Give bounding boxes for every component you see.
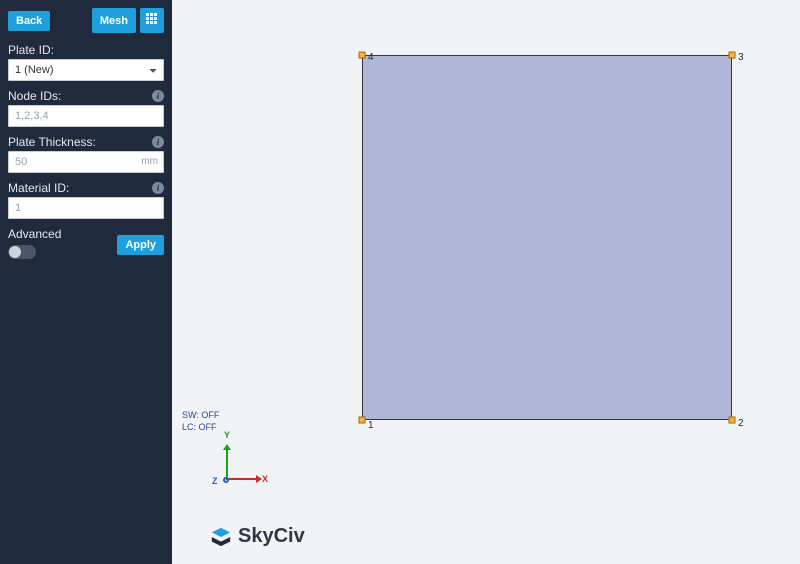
node-1[interactable] [359, 417, 366, 424]
status-block: SW: OFF LC: OFF [182, 409, 219, 434]
apply-button[interactable]: Apply [117, 235, 164, 255]
node-3-label: 3 [738, 52, 744, 63]
plate-id-field: Plate ID: 1 (New) [8, 43, 164, 81]
plate-element[interactable] [362, 55, 732, 420]
sidebar: Back Mesh Plate ID: 1 (New) Node IDs: i [0, 0, 172, 564]
info-icon[interactable]: i [152, 182, 164, 194]
status-sw: SW: OFF [182, 409, 219, 422]
sidebar-top-right: Mesh [92, 8, 164, 33]
material-label: Material ID: [8, 181, 69, 195]
info-icon[interactable]: i [152, 136, 164, 148]
plate-id-label: Plate ID: [8, 43, 54, 57]
back-button[interactable]: Back [8, 11, 50, 31]
node-ids-field: Node IDs: i [8, 89, 164, 127]
material-input[interactable] [8, 197, 164, 219]
brand-logo: SkyCiv [210, 525, 305, 548]
node-3[interactable] [729, 52, 736, 59]
axis-z [223, 477, 229, 483]
node-1-label: 1 [368, 420, 374, 431]
advanced-label: Advanced [8, 227, 61, 241]
axis-y [226, 450, 228, 480]
grid-icon [145, 12, 159, 26]
axis-x [226, 478, 256, 480]
node-2-label: 2 [738, 418, 744, 429]
brand-logo-icon [210, 526, 232, 548]
grid-view-button[interactable] [140, 8, 164, 33]
plate-id-select[interactable]: 1 (New) [8, 59, 164, 81]
brand-name: SkyCiv [238, 525, 305, 548]
axis-y-label: Y [224, 430, 230, 440]
sidebar-bottom-row: Advanced Apply [8, 227, 164, 262]
thickness-label: Plate Thickness: [8, 135, 96, 149]
node-4[interactable] [359, 52, 366, 59]
node-ids-input[interactable] [8, 105, 164, 127]
sidebar-top-row: Back Mesh [8, 8, 164, 33]
info-icon[interactable]: i [152, 90, 164, 102]
advanced-toggle[interactable] [8, 245, 36, 259]
axis-z-label: Z [212, 476, 218, 486]
canvas-viewport[interactable]: 1 2 3 4 SW: OFF LC: OFF Y X Z SkyCiv [172, 0, 800, 564]
thickness-input[interactable] [8, 151, 164, 173]
material-field: Material ID: i [8, 181, 164, 219]
axes-gizmo: Y X Z [212, 434, 272, 494]
status-lc: LC: OFF [182, 421, 219, 434]
node-ids-label: Node IDs: [8, 89, 61, 103]
node-4-label: 4 [368, 52, 374, 63]
mesh-button[interactable]: Mesh [92, 8, 136, 33]
axis-x-label: X [262, 474, 268, 484]
thickness-field: Plate Thickness: i mm [8, 135, 164, 173]
node-2[interactable] [729, 417, 736, 424]
